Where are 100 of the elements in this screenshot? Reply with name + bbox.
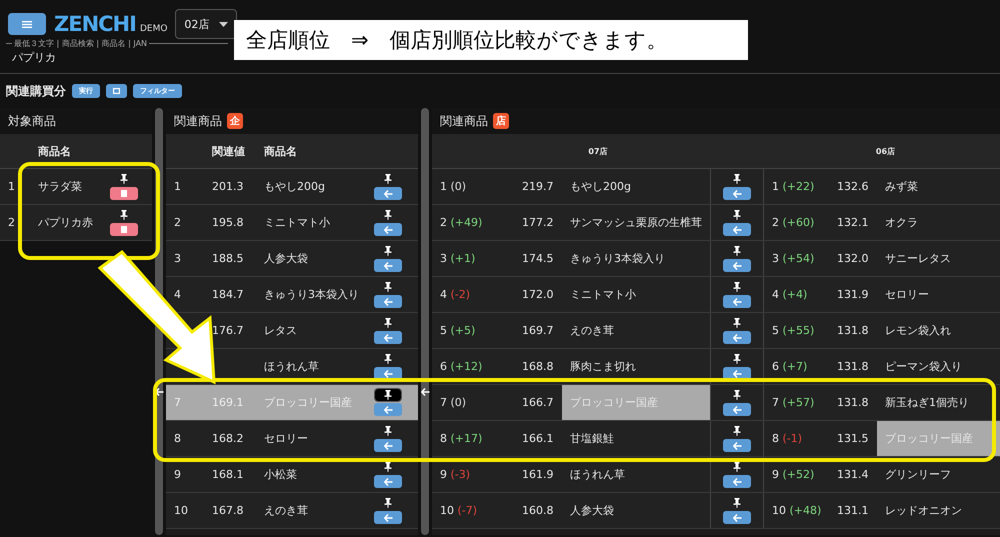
search-hint: 最低３文字 | 商品検索 | 商品名 | JAN xyxy=(14,39,148,48)
delete-button[interactable] xyxy=(110,187,138,200)
product-name: セロリー xyxy=(263,431,309,446)
product-name: セロリー xyxy=(884,287,930,302)
panel-title: 関連商品 xyxy=(174,112,222,130)
product-name: レタス xyxy=(263,323,298,338)
arrow-button[interactable] xyxy=(723,187,751,200)
arrow-button[interactable] xyxy=(723,475,751,488)
column-header: 商品名 xyxy=(263,144,297,158)
square-button[interactable] xyxy=(106,84,127,98)
rank-cell-text: 3 (+1) xyxy=(439,252,476,265)
rank-cell-text: 1 (0) xyxy=(439,180,468,193)
arrow-button[interactable] xyxy=(723,259,751,272)
left-arrow-icon xyxy=(732,478,742,486)
rank-cell-text: 1 xyxy=(173,180,182,193)
arrow-button[interactable] xyxy=(374,475,402,488)
arrow-button[interactable] xyxy=(723,223,751,236)
store-header: 07店 xyxy=(588,146,608,156)
product-name: えのき茸 xyxy=(569,323,615,338)
arrow-button[interactable] xyxy=(374,511,402,524)
demo-label: DEMO xyxy=(140,24,168,34)
panel-badge: 店 xyxy=(493,113,509,129)
product-name: オクラ xyxy=(884,215,919,230)
arrow-button[interactable] xyxy=(723,295,751,308)
arrow-button[interactable] xyxy=(723,331,751,344)
panel-title: 関連商品 xyxy=(440,112,488,130)
product-name: ブロッコリー国産 xyxy=(562,385,710,420)
left-arrow-icon xyxy=(732,370,742,378)
store-select[interactable]: 02店 xyxy=(175,9,238,39)
product-name: きゅうり3本袋入り xyxy=(569,251,666,266)
rank-cell-text: 8 xyxy=(173,432,182,445)
menu-button[interactable] xyxy=(8,13,46,35)
product-name: ピーマン袋入り xyxy=(884,359,963,374)
product-name: 豚肉こま切れ xyxy=(569,359,637,374)
rank-cell-text: 3 (+54) xyxy=(771,252,816,265)
rank-cell-text: 3 xyxy=(173,252,182,265)
rank-cell-text: 7 xyxy=(173,396,182,409)
product-name: サニーレタス xyxy=(884,251,952,266)
product-name: みず菜 xyxy=(884,179,919,194)
search-field[interactable]: パプリカ xyxy=(12,49,212,66)
product-name: 小松菜 xyxy=(263,467,298,482)
value-cell-text: 219.7 xyxy=(521,180,554,193)
product-name: ミニトマト小 xyxy=(569,287,637,302)
value-cell-text: 160.8 xyxy=(521,504,554,517)
product-name: 人参大袋 xyxy=(263,251,309,266)
rank-cell-text: 9 (+52) xyxy=(771,468,816,481)
value-cell-text: 132.6 xyxy=(836,180,870,193)
rank-cell-text: 1 (+22) xyxy=(771,180,816,193)
rank-cell-text: 9 xyxy=(173,468,182,481)
value-cell-text: 168.2 xyxy=(211,432,244,445)
rank-cell-text: 10 xyxy=(173,504,189,517)
arrow-button[interactable] xyxy=(374,295,402,308)
rank-cell-text: 6 (+12) xyxy=(439,360,484,373)
rank-cell-text: 10 (+48) xyxy=(771,504,822,517)
left-arrow-icon xyxy=(154,388,164,396)
panel-badge: 企 xyxy=(227,113,243,129)
product-name: えのき茸 xyxy=(263,503,309,518)
pin-icon[interactable] xyxy=(375,389,401,401)
arrow-button[interactable] xyxy=(723,439,751,452)
arrow-button[interactable] xyxy=(374,187,402,200)
arrow-button[interactable] xyxy=(374,223,402,236)
arrow-button[interactable] xyxy=(723,511,751,524)
delete-button[interactable] xyxy=(110,223,138,236)
value-cell-text: 184.7 xyxy=(211,288,244,301)
product-name: きゅうり3本袋入り xyxy=(263,287,360,302)
value-cell-text: 172.0 xyxy=(521,288,554,301)
value-cell-text: 161.9 xyxy=(521,468,554,481)
value-cell-text: 188.5 xyxy=(211,252,244,265)
product-name: サンマッシュ栗原の生椎茸 xyxy=(569,215,703,230)
left-arrow-icon xyxy=(384,478,392,486)
left-arrow-icon xyxy=(732,190,742,198)
value-cell-text: 131.1 xyxy=(836,504,870,517)
menu-icon xyxy=(22,20,32,28)
arrow-button[interactable] xyxy=(374,331,402,344)
left-arrow-icon xyxy=(384,262,392,270)
left-arrow-icon xyxy=(384,334,392,342)
product-name: グリンリーフ xyxy=(884,467,952,482)
left-arrow-icon xyxy=(420,388,430,396)
value-cell-text: 131.4 xyxy=(836,468,870,481)
product-name: レッドオニオン xyxy=(884,503,963,518)
rank-cell-text: 7 (+57) xyxy=(771,396,816,409)
value-cell-text: 132.1 xyxy=(836,216,870,229)
value-cell-text: 131.9 xyxy=(836,288,870,301)
value-cell-text: 131.8 xyxy=(836,324,870,337)
square-icon xyxy=(113,88,120,94)
arrow-button[interactable] xyxy=(374,259,402,272)
left-arrow-icon xyxy=(732,514,742,522)
value-cell-text: 132.0 xyxy=(836,252,870,265)
product-name: 甘塩銀鮭 xyxy=(569,431,615,446)
product-name: レモン袋入れ xyxy=(884,323,952,338)
arrow-button[interactable] xyxy=(374,439,402,452)
left-arrow-icon xyxy=(732,334,742,342)
product-name: 人参大袋 xyxy=(569,503,615,518)
value-cell-text: 167.8 xyxy=(211,504,244,517)
value-cell-text: 177.2 xyxy=(521,216,554,229)
product-name: ブロッコリー国産 xyxy=(263,395,353,410)
arrow-button[interactable] xyxy=(723,403,751,416)
left-arrow-icon xyxy=(384,190,392,198)
value-cell-text: 131.8 xyxy=(836,360,870,373)
column-header: 関連値 xyxy=(211,144,246,158)
